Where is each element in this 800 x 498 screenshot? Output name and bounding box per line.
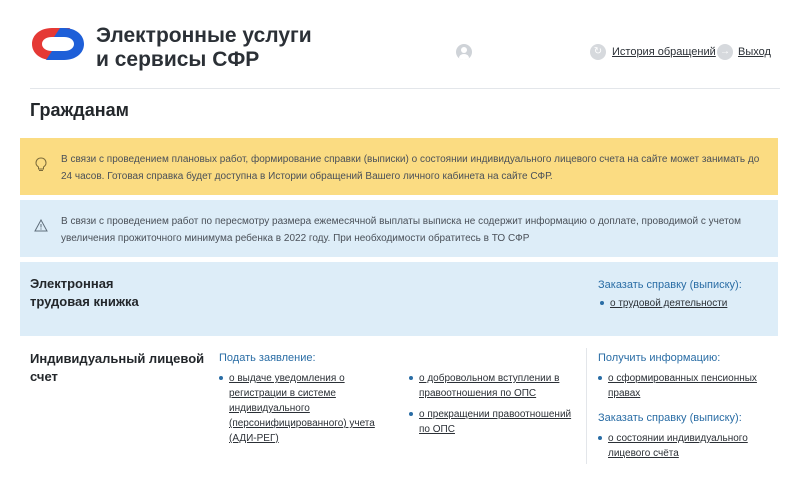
bullet [598, 376, 602, 380]
payment-alert: В связи с проведением работ по пересмотр… [20, 200, 778, 257]
pension-rights-link[interactable]: о сформированных пенсионных правах [598, 371, 773, 401]
header-divider [30, 88, 780, 89]
link-text[interactable]: о сформированных пенсионных правах [598, 371, 773, 401]
labor-book-card: Электронная трудовая книжка Заказать спр… [20, 262, 778, 336]
sfr-logo-icon[interactable] [30, 24, 86, 64]
link-text[interactable]: о трудовой деятельности [600, 296, 770, 311]
labor-book-title-line-2: трудовая книжка [30, 294, 139, 309]
bullet [409, 376, 413, 380]
bullet [219, 376, 223, 380]
bullet [409, 412, 413, 416]
maintenance-alert: В связи с проведением плановых работ, фо… [20, 138, 778, 195]
info-head: Получить информацию: [598, 352, 721, 364]
exit-icon[interactable]: → [717, 44, 733, 60]
personal-account-title: Индивидуальный лицевой счет [30, 350, 210, 386]
link-text[interactable]: о выдаче уведомления о регистрации в сис… [219, 371, 379, 446]
brand-line-1: Электронные услуги [96, 24, 312, 47]
link-text[interactable]: о прекращении правоотношений по ОПС [409, 407, 579, 437]
voluntary-ops-link[interactable]: о добровольном вступлении в правоотношен… [409, 371, 574, 401]
alert-text: В связи с проведением работ по пересмотр… [61, 216, 741, 244]
account-statement-link[interactable]: о состоянии индивидуального лицевого счё… [598, 431, 763, 461]
account-order-head: Заказать справку (выписку): [598, 412, 742, 424]
page-title: Гражданам [30, 100, 129, 120]
adi-reg-link[interactable]: о выдаче уведомления о регистрации в сис… [219, 371, 379, 446]
warning-icon [34, 218, 48, 235]
labor-order-head: Заказать справку (выписку): [598, 279, 742, 291]
column-divider [586, 348, 587, 464]
exit-link[interactable]: Выход [738, 46, 771, 58]
labor-book-title-line-1: Электронная [30, 276, 114, 291]
bullet [600, 301, 604, 305]
alert-text: В связи с проведением плановых работ, фо… [61, 154, 760, 182]
site-header: Электронные услуги и сервисы СФР ↻ Истор… [0, 0, 800, 88]
history-link[interactable]: История обращений [612, 46, 716, 58]
brand-title[interactable]: Электронные услуги и сервисы СФР [96, 24, 312, 72]
labor-book-title: Электронная трудовая книжка [30, 275, 190, 311]
lightbulb-icon [34, 157, 48, 173]
personal-account-title-line-2: счет [30, 369, 58, 384]
link-text[interactable]: о добровольном вступлении в правоотношен… [409, 371, 574, 401]
user-avatar-icon[interactable] [456, 44, 472, 60]
terminate-ops-link[interactable]: о прекращении правоотношений по ОПС [409, 407, 579, 437]
brand-line-2: и сервисы СФР [96, 48, 260, 71]
personal-account-title-line-1: Индивидуальный лицевой [30, 351, 205, 366]
labor-activity-link[interactable]: о трудовой деятельности [600, 296, 770, 311]
apply-head: Подать заявление: [219, 352, 316, 364]
bullet [598, 436, 602, 440]
link-text[interactable]: о состоянии индивидуального лицевого счё… [598, 431, 763, 461]
history-icon[interactable]: ↻ [590, 44, 606, 60]
